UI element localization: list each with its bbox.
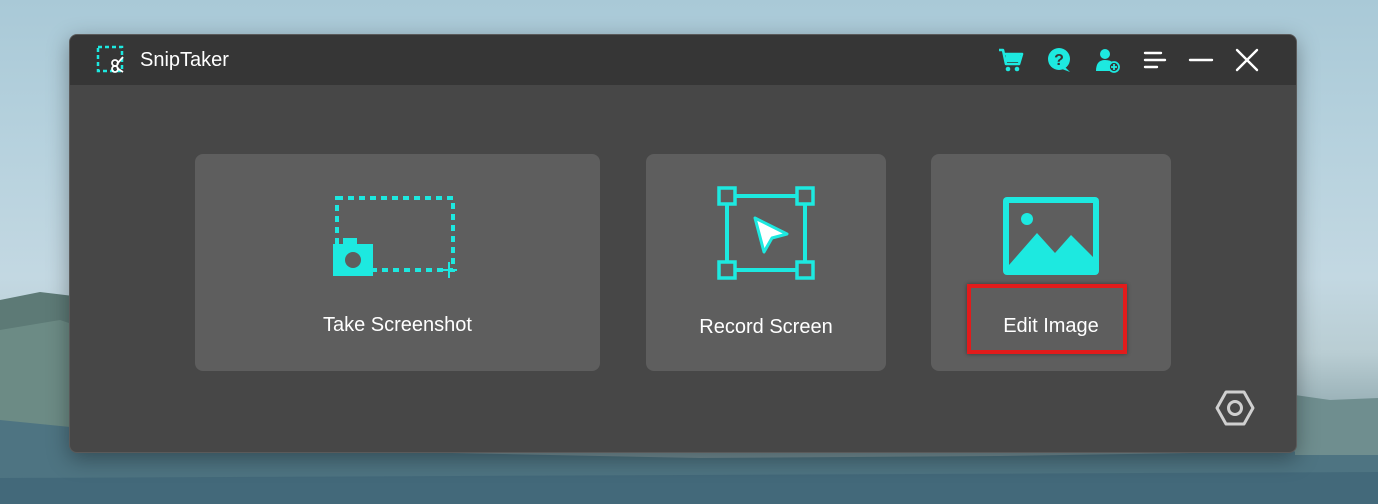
edit-image-label: Edit Image xyxy=(1003,315,1099,337)
take-screenshot-label: Take Screenshot xyxy=(323,314,472,336)
menu-button[interactable] xyxy=(1140,45,1170,75)
sniptaker-window: SnipTaker ? Take Screenshot Record Scree… xyxy=(69,34,1297,453)
cart-icon xyxy=(999,48,1024,72)
account-icon xyxy=(1096,49,1120,73)
close-icon xyxy=(1235,48,1259,72)
svg-text:?: ? xyxy=(1054,52,1064,69)
image-icon xyxy=(1003,197,1099,275)
close-button[interactable] xyxy=(1232,45,1262,75)
app-title: SnipTaker xyxy=(140,49,229,71)
help-button[interactable]: ? xyxy=(1044,45,1074,75)
settings-icon xyxy=(1215,390,1255,426)
record-screen-label: Record Screen xyxy=(699,316,833,338)
record-screen-card[interactable]: Record Screen xyxy=(646,154,886,371)
account-button[interactable] xyxy=(1092,45,1122,75)
settings-button[interactable] xyxy=(1215,388,1255,428)
menu-icon xyxy=(1143,51,1167,69)
take-screenshot-card[interactable]: Take Screenshot xyxy=(195,154,600,371)
minimize-icon xyxy=(1188,58,1214,62)
cart-button[interactable] xyxy=(996,45,1026,75)
help-icon: ? xyxy=(1048,48,1070,72)
record-screen-icon xyxy=(717,186,815,280)
screenshot-icon xyxy=(333,196,457,278)
minimize-button[interactable] xyxy=(1186,45,1216,75)
edit-image-card[interactable]: Edit Image xyxy=(931,154,1171,371)
titlebar: SnipTaker ? xyxy=(70,35,1296,85)
sniptaker-logo-icon xyxy=(96,45,124,73)
